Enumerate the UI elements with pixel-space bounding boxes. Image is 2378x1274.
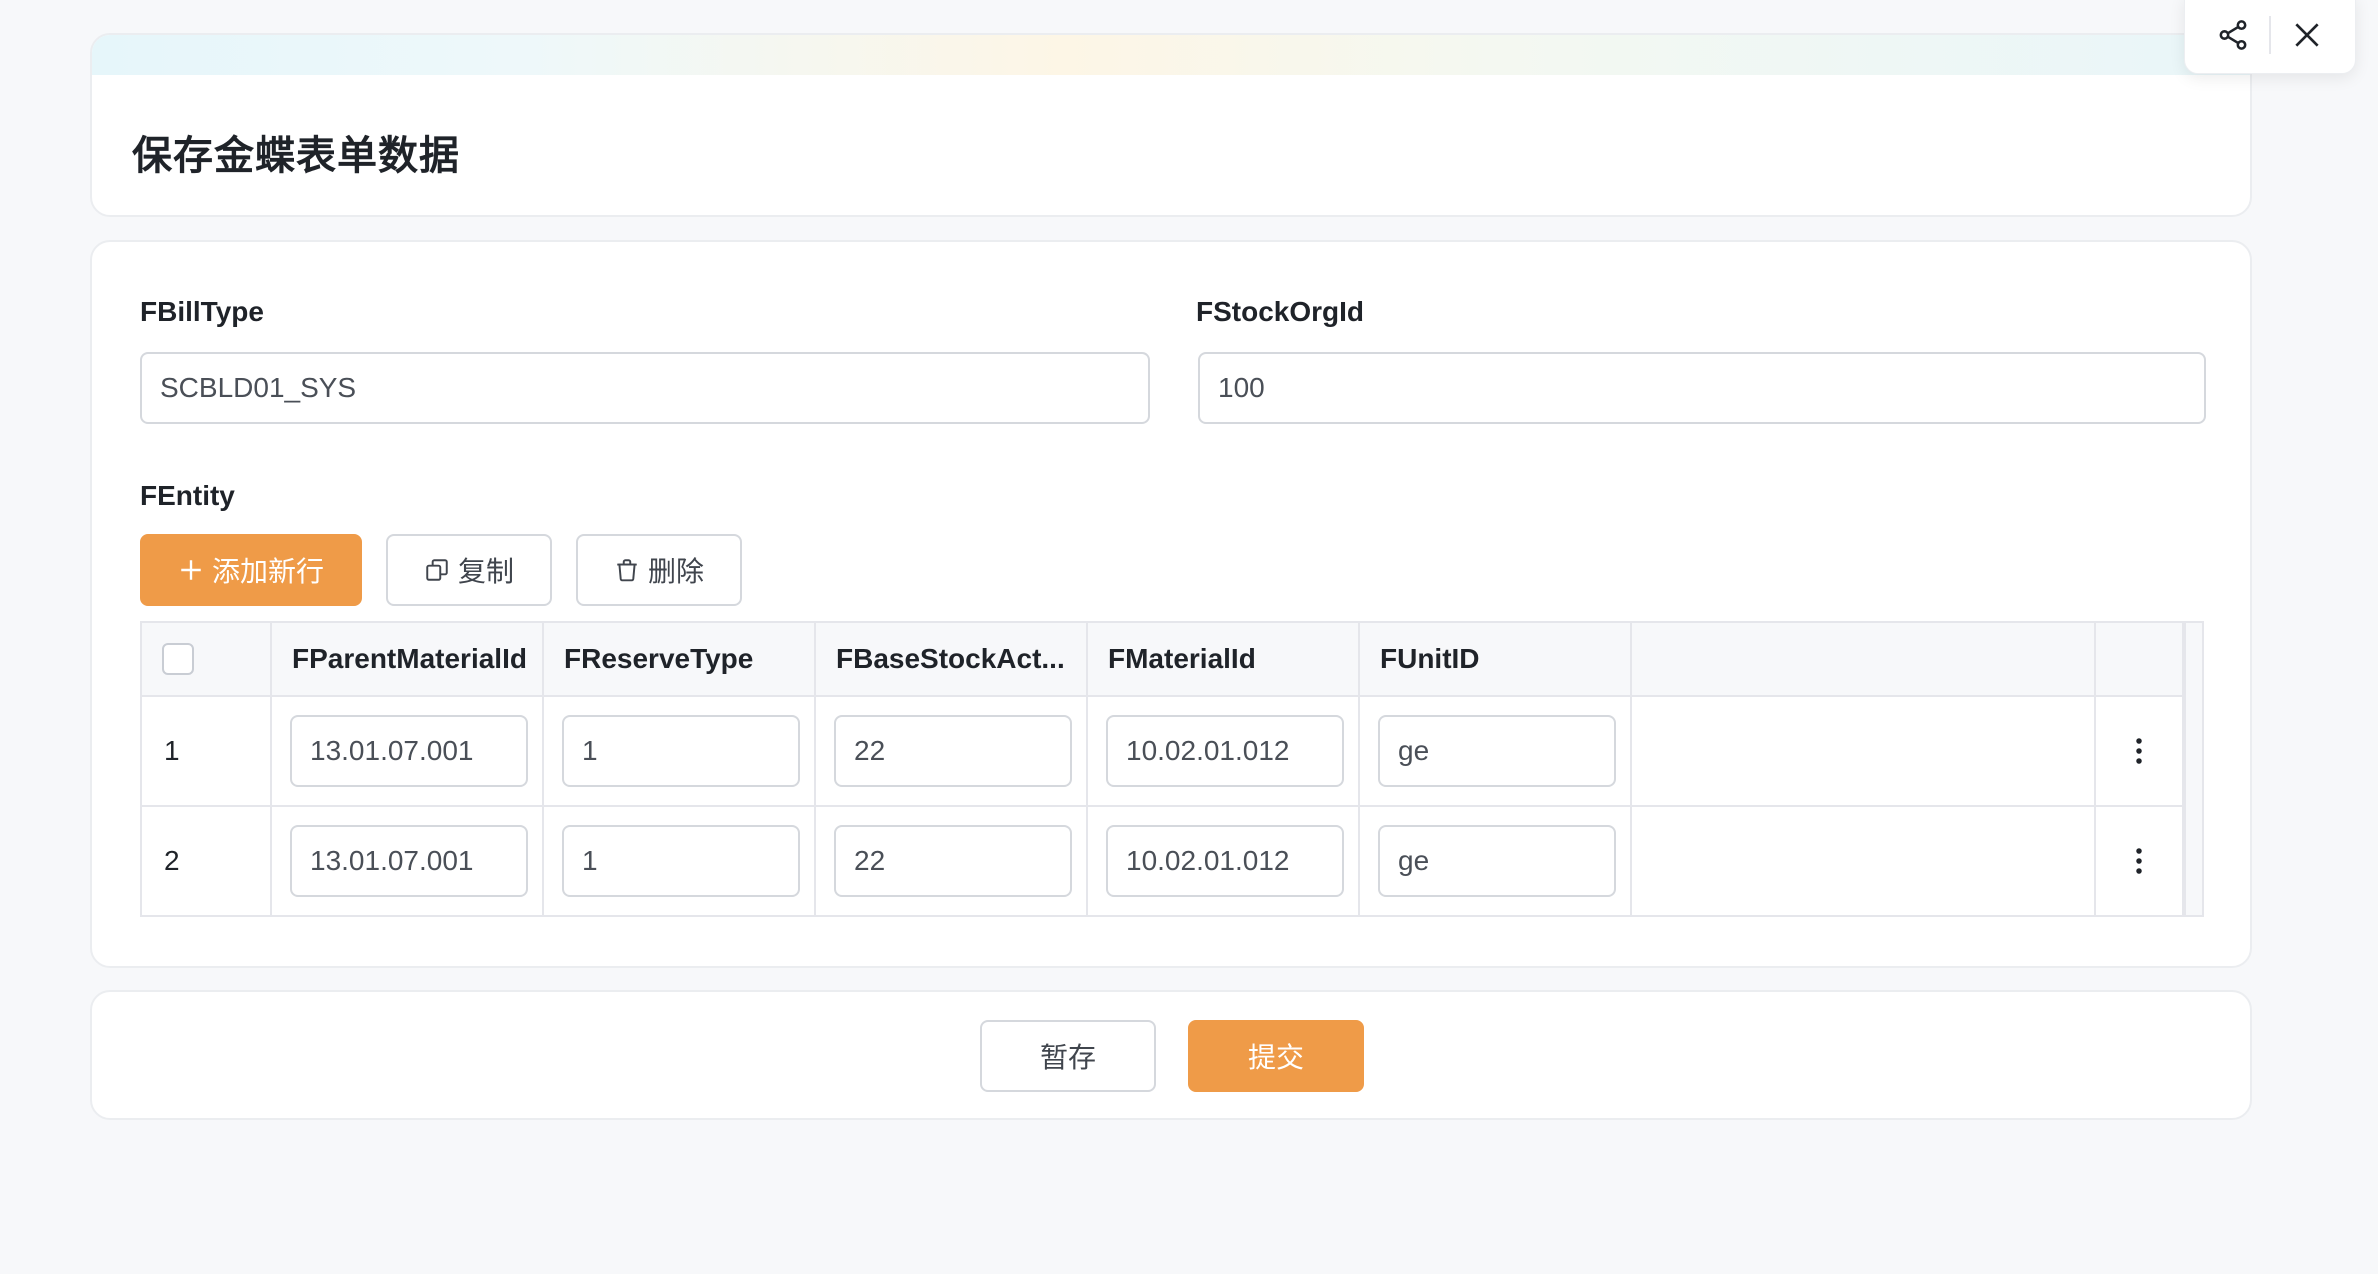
row-index-cell: 2 (142, 807, 272, 915)
row-index: 1 (164, 735, 180, 766)
copy-icon (426, 559, 448, 581)
fstockorgid-input[interactable] (1198, 352, 2206, 424)
column-header[interactable]: FParentMaterialId (272, 623, 544, 695)
plus-icon (181, 560, 201, 580)
delete-button[interactable]: 删除 (576, 534, 742, 606)
fbilltype-label: FBillType (140, 296, 264, 327)
delete-label: 删除 (647, 556, 704, 587)
fbasestockact-input[interactable] (834, 825, 1072, 897)
table-cell (272, 697, 544, 805)
more-vertical-icon (2136, 738, 2142, 764)
row-index-cell: 1 (142, 697, 272, 805)
fentity-label: FEntity (140, 480, 235, 511)
column-header-label: FUnitID (1380, 643, 1480, 674)
column-header[interactable]: FMaterialId (1088, 623, 1360, 695)
share-button[interactable] (2197, 5, 2269, 65)
copy-label: 复制 (457, 556, 514, 587)
add-row-label: 添加新行 (211, 556, 324, 587)
copy-button[interactable]: 复制 (386, 534, 552, 606)
table-cell (544, 807, 816, 915)
header-card: 保存金蝶表单数据 (90, 33, 2252, 217)
fparentmaterialid-input[interactable] (290, 825, 528, 897)
column-header[interactable]: FReserveType (544, 623, 816, 695)
form-card: FBillType FStockOrgId FEntity 添加新行 复制 删除 (90, 240, 2252, 968)
column-header-label: FReserveType (564, 643, 754, 674)
table-row: 2 (142, 807, 2184, 917)
header-filler-cell (1632, 623, 2096, 695)
table-cell (1360, 807, 1632, 915)
window-toolbar (2184, 0, 2356, 74)
table-cell (816, 807, 1088, 915)
column-header-label: FBaseStockAct... (836, 643, 1065, 674)
close-icon (2295, 23, 2319, 47)
fparentmaterialid-input[interactable] (290, 715, 528, 787)
more-vertical-icon (2136, 848, 2142, 874)
column-header[interactable]: FBaseStockAct... (816, 623, 1088, 695)
header-actions-cell (2096, 623, 2184, 695)
select-all-checkbox[interactable] (162, 643, 194, 675)
fstockorgid-label: FStockOrgId (1196, 296, 1365, 327)
entity-table: FParentMaterialId FReserveType FBaseStoc… (140, 621, 2204, 917)
row-actions-cell (2096, 697, 2184, 805)
row-filler-cell (1632, 807, 2096, 915)
header-gradient-strip (92, 35, 2250, 75)
table-cell (816, 697, 1088, 805)
share-icon (2219, 20, 2247, 50)
table-cell (272, 807, 544, 915)
funitid-input[interactable] (1378, 715, 1616, 787)
trash-icon (617, 559, 637, 582)
freservetype-input[interactable] (562, 715, 800, 787)
table-cell (1360, 697, 1632, 805)
submit-label: 提交 (1247, 1042, 1304, 1073)
table-cell (1088, 807, 1360, 915)
table-vertical-scrollbar[interactable] (2184, 623, 2202, 915)
table-row: 1 (142, 697, 2184, 807)
table-cell (544, 697, 816, 805)
footer-card: 暂存 提交 (90, 990, 2252, 1120)
row-filler-cell (1632, 697, 2096, 805)
row-more-button[interactable] (2096, 807, 2182, 915)
row-index: 2 (164, 845, 180, 876)
table-header-row: FParentMaterialId FReserveType FBaseStoc… (142, 623, 2184, 697)
fmaterialid-input[interactable] (1106, 715, 1344, 787)
table-cell (1088, 697, 1360, 805)
submit-button[interactable]: 提交 (1188, 1020, 1364, 1092)
add-row-button[interactable]: 添加新行 (140, 534, 362, 606)
save-draft-label: 暂存 (1039, 1042, 1096, 1073)
header-select-cell (142, 623, 272, 695)
funitid-input[interactable] (1378, 825, 1616, 897)
freservetype-input[interactable] (562, 825, 800, 897)
page-title: 保存金蝶表单数据 (132, 134, 460, 178)
save-draft-button[interactable]: 暂存 (980, 1020, 1156, 1092)
fmaterialid-input[interactable] (1106, 825, 1344, 897)
fbasestockact-input[interactable] (834, 715, 1072, 787)
column-header[interactable]: FUnitID (1360, 623, 1632, 695)
fbilltype-input[interactable] (140, 352, 1150, 424)
row-actions-cell (2096, 807, 2184, 915)
row-more-button[interactable] (2096, 697, 2182, 805)
column-header-label: FParentMaterialId (292, 643, 527, 674)
column-header-label: FMaterialId (1108, 643, 1256, 674)
close-button[interactable] (2271, 5, 2343, 65)
